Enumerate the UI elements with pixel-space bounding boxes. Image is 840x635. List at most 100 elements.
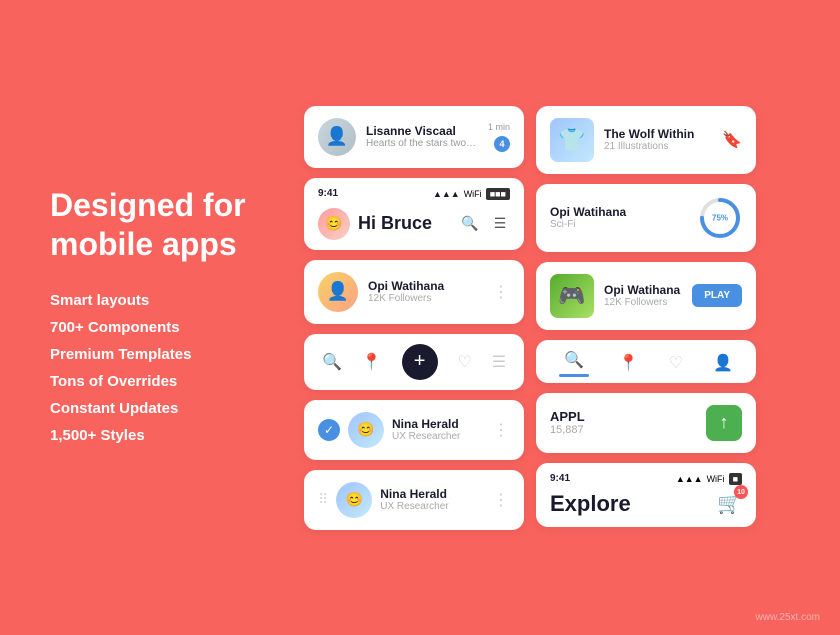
message-time: 1 min [488,122,510,132]
greeting-text: Hi Bruce [358,213,452,234]
avatar: 👤 [318,118,356,156]
stock-price: 15,887 [550,424,696,436]
explore-row: Explore 🛒 10 [550,491,742,517]
message-meta: 1 min 4 [488,122,510,152]
user-avatar: 😊 [348,412,384,448]
game-followers: 12K Followers [604,297,682,308]
stock-info: APPL 15,887 [550,409,696,436]
menu-nav-icon[interactable]: ☰ [492,352,506,372]
more-options-icon[interactable]: ⋮ [493,282,510,302]
explore-time: 9:41 [550,473,570,484]
wifi-icon: WiFi [464,189,482,199]
greeting-avatar: 😊 [318,208,350,240]
feature-premium-templates: Premium Templates [50,341,270,368]
mockups-container: 👤 Lisanne Viscaal Hearts of the stars tw… [270,106,790,530]
book-cover: 👕 [550,118,594,162]
explore-battery-icon: ■ [729,473,742,485]
cart-icon[interactable]: 🛒 10 [717,491,742,516]
feature-smart-layouts: Smart layouts [50,287,270,314]
progress-info: Opi Watihana Sci-Fi [550,205,688,230]
left-column: 👤 Lisanne Viscaal Hearts of the stars tw… [304,106,524,530]
feature-components: 700+ Components [50,314,270,341]
stock-ticker: APPL [550,409,696,424]
signal-icon: ▲▲▲ [433,189,460,199]
game-title: Opi Watihana [604,283,682,297]
user-name: Nina Herald [392,417,485,431]
user-info: Nina Herald UX Researcher [392,417,485,442]
greeting-row: 😊 Hi Bruce 🔍 ☰ [318,208,510,240]
feature-styles: 1,500+ Styles [50,422,270,449]
book-info: The Wolf Within 21 Illustrations [604,127,712,152]
heart-nav-icon[interactable]: ♡ [457,352,471,372]
greeting-icons: 🔍 ☰ [460,214,510,234]
message-content: Lisanne Viscaal Hearts of the stars two … [366,124,478,149]
game-icon: 🎮 [550,274,594,318]
bnav-search[interactable]: 🔍 [559,350,589,377]
bnav-search-icon: 🔍 [564,350,584,370]
user-name-2: Nina Herald [380,487,485,501]
profile-card: 👤 Opi Watihana 12K Followers ⋮ [304,260,524,324]
check-icon: ✓ [318,419,340,441]
battery-icon: ■■■ [486,188,510,200]
location-nav-icon[interactable]: 📍 [362,352,382,372]
main-container: Designed formobile apps Smart layouts 70… [0,0,840,635]
message-card: 👤 Lisanne Viscaal Hearts of the stars tw… [304,106,524,168]
menu-icon[interactable]: ☰ [490,214,510,234]
explore-card: 9:41 ▲▲▲ WiFi ■ Explore 🛒 10 [536,463,756,527]
stock-card: APPL 15,887 ↑ [536,393,756,453]
explore-signal-icon: ▲▲▲ [676,474,703,484]
play-button[interactable]: PLAY [692,284,742,307]
progress-genre: Sci-Fi [550,219,688,230]
bnav-user-icon[interactable]: 👤 [713,353,733,373]
bookmark-icon[interactable]: 🔖 [722,130,742,150]
progress-percent: 75% [712,213,728,222]
explore-wifi-icon: WiFi [707,474,725,484]
bnav-heart-icon[interactable]: ♡ [669,353,683,373]
more-options-icon-2[interactable]: ⋮ [493,420,510,440]
user-drag-card: ⠿ 😊 Nina Herald UX Researcher ⋮ [304,470,524,530]
book-title: The Wolf Within [604,127,712,141]
active-indicator [559,374,589,377]
profile-followers: 12K Followers [368,293,483,304]
feature-overrides: Tons of Overrides [50,368,270,395]
game-card: 🎮 Opi Watihana 12K Followers PLAY [536,262,756,330]
stock-up-button[interactable]: ↑ [706,405,742,441]
progress-ring: 75% [698,196,742,240]
user-role: UX Researcher [392,431,485,442]
explore-status-bar: 9:41 ▲▲▲ WiFi ■ [550,473,742,485]
feature-list: Smart layouts 700+ Components Premium Te… [50,287,270,449]
explore-title: Explore [550,491,631,517]
profile-info: Opi Watihana 12K Followers [368,279,483,304]
user-info-2: Nina Herald UX Researcher [380,487,485,512]
greeting-card: 9:41 ▲▲▲ WiFi ■■■ 😊 Hi Bruce 🔍 ☰ [304,178,524,250]
more-options-icon-3[interactable]: ⋮ [493,490,510,510]
game-info: Opi Watihana 12K Followers [604,283,682,308]
status-bar: 9:41 ▲▲▲ WiFi ■■■ [318,188,510,200]
message-preview-text: Hearts of the stars two ghostly white fi… [366,138,478,149]
profile-avatar: 👤 [318,272,358,312]
book-subtitle: 21 Illustrations [604,141,712,152]
add-button[interactable]: + [402,344,438,380]
user-checked-card: ✓ 😊 Nina Herald UX Researcher ⋮ [304,400,524,460]
watermark: www.25xt.com [756,612,820,623]
profile-name: Opi Watihana [368,279,483,293]
book-card: 👕 The Wolf Within 21 Illustrations 🔖 [536,106,756,174]
bnav-location-icon[interactable]: 📍 [619,353,639,373]
left-section: Designed formobile apps Smart layouts 70… [50,186,270,449]
status-time: 9:41 [318,188,338,199]
unread-badge: 4 [494,136,510,152]
search-nav-icon[interactable]: 🔍 [322,352,342,372]
search-icon[interactable]: 🔍 [460,214,480,234]
user-role-2: UX Researcher [380,501,485,512]
sender-name: Lisanne Viscaal [366,124,478,138]
main-title: Designed formobile apps [50,186,270,263]
progress-name: Opi Watihana [550,205,688,219]
drag-handle-icon[interactable]: ⠿ [318,491,328,508]
user-avatar-2: 😊 [336,482,372,518]
feature-updates: Constant Updates [50,395,270,422]
bottom-nav-card: 🔍 📍 ♡ 👤 [536,340,756,383]
progress-card: Opi Watihana Sci-Fi 75% [536,184,756,252]
nav-bar-card: 🔍 📍 + ♡ ☰ [304,334,524,390]
cart-badge: 10 [734,485,748,499]
right-column: 👕 The Wolf Within 21 Illustrations 🔖 Opi… [536,106,756,530]
